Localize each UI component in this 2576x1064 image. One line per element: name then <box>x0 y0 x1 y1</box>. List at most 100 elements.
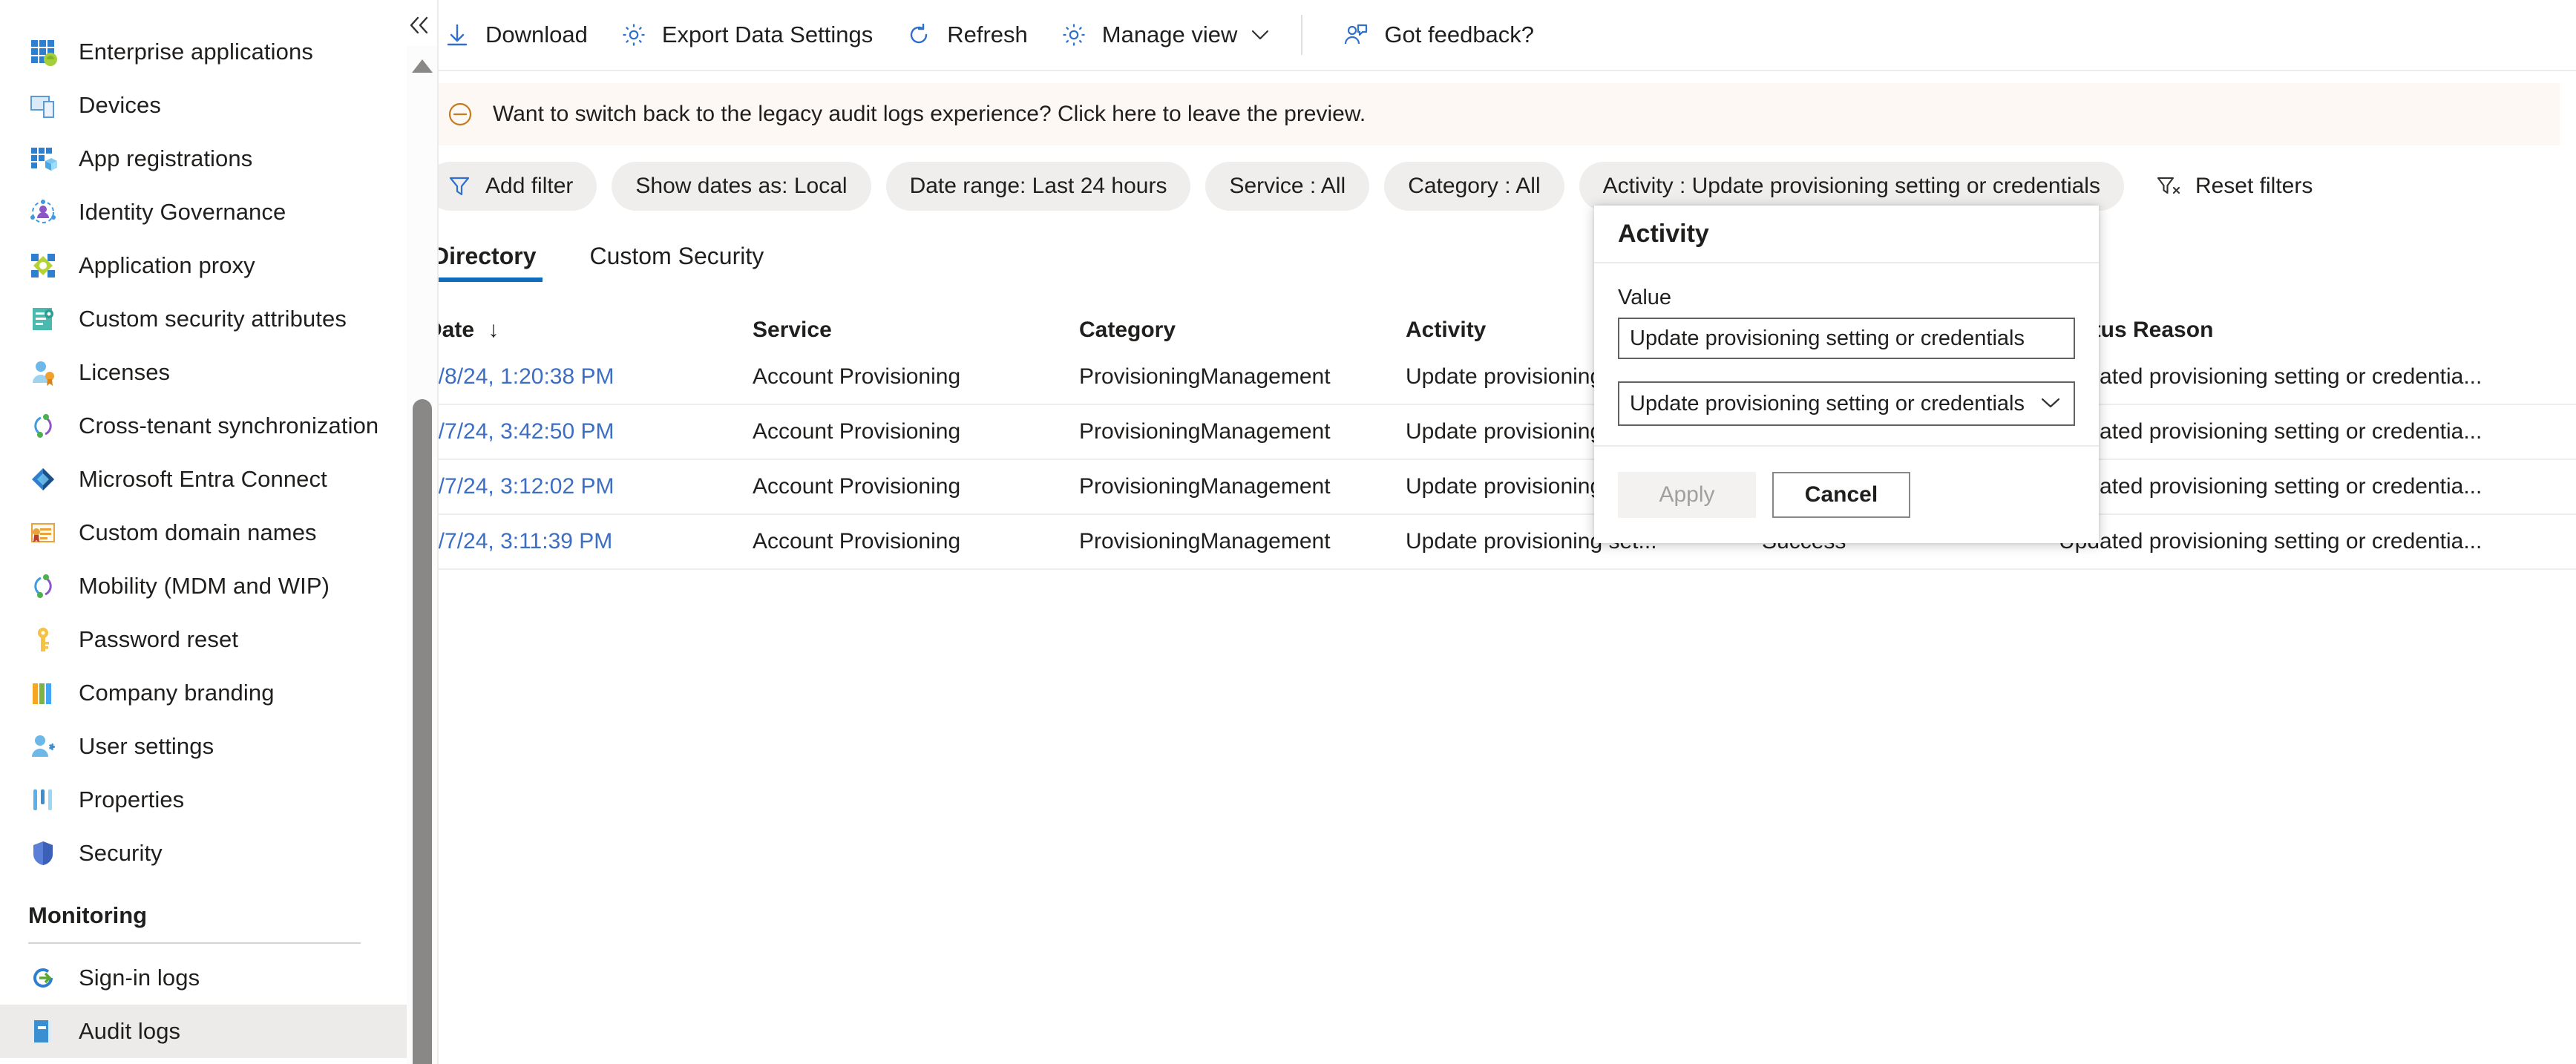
table-row[interactable]: 5/7/24, 3:12:02 PM Account Provisioning … <box>407 460 2576 515</box>
main-content: Download Export Data Settings Refresh Ma… <box>407 0 2576 1064</box>
tab-custom-security[interactable]: Custom Security <box>584 243 770 282</box>
gear-icon <box>1058 19 1090 51</box>
refresh-button[interactable]: Refresh <box>888 10 1043 59</box>
date-link[interactable]: 5/7/24, 3:12:02 PM <box>426 474 614 499</box>
download-icon <box>441 19 473 51</box>
export-data-settings-button[interactable]: Export Data Settings <box>603 10 888 59</box>
cell-category: ProvisioningManagement <box>1079 474 1331 499</box>
feedback-person-icon <box>1340 19 1372 51</box>
sidebar-item-mobility[interactable]: Mobility (MDM and WIP) <box>0 559 407 613</box>
sidebar-item-application-proxy[interactable]: Application proxy <box>0 239 407 292</box>
sidebar-item-company-branding[interactable]: Company branding <box>0 666 407 720</box>
sidebar: Enterprise applications Devices App regi… <box>0 0 407 1064</box>
column-header-category[interactable]: Category <box>1079 318 1406 346</box>
table-row[interactable]: 5/7/24, 3:11:39 PM Account Provisioning … <box>407 515 2576 570</box>
sidebar-item-label: Password reset <box>79 626 239 652</box>
sidebar-item-microsoft-entra-connect[interactable]: Microsoft Entra Connect <box>0 453 407 506</box>
security-icon <box>28 838 58 868</box>
command-bar-separator <box>1301 15 1303 55</box>
sidebar-item-label: Mobility (MDM and WIP) <box>79 573 330 599</box>
cell-category: ProvisioningManagement <box>1079 529 1331 554</box>
mobility-icon <box>28 571 58 601</box>
sidebar-item-password-reset[interactable]: Password reset <box>0 613 407 666</box>
sidebar-item-licenses[interactable]: Licenses <box>0 346 407 399</box>
sidebar-divider <box>437 0 439 1064</box>
add-filter-label: Add filter <box>485 174 574 198</box>
custom-security-attributes-icon <box>28 304 58 334</box>
filter-pill-activity[interactable]: Activity : Update provisioning setting o… <box>1579 162 2124 211</box>
date-link[interactable]: 5/7/24, 3:11:39 PM <box>426 529 612 554</box>
column-header-status-reason[interactable]: Status Reason <box>2059 318 2504 346</box>
sidebar-item-custom-security-attributes[interactable]: Custom security attributes <box>0 292 407 346</box>
table-row[interactable]: 5/7/24, 3:42:50 PM Account Provisioning … <box>407 405 2576 460</box>
reset-filters-button[interactable]: Reset filters <box>2143 162 2323 211</box>
collapse-sidebar-button[interactable] <box>397 7 442 46</box>
filter-pill-category[interactable]: Category : All <box>1384 162 1564 211</box>
add-filter-button[interactable]: Add filter <box>426 162 597 211</box>
filter-pill-show-dates-as[interactable]: Show dates as: Local <box>612 162 871 211</box>
sidebar-item-label: Audit logs <box>79 1018 181 1044</box>
sidebar-scrollbar-thumb[interactable] <box>413 399 432 1064</box>
password-reset-icon <box>28 625 58 654</box>
manage-view-button[interactable]: Manage view <box>1043 10 1285 59</box>
filter-pill-label: Activity : Update provisioning setting o… <box>1602 174 2100 198</box>
cell-date: 5/7/24, 3:11:39 PM <box>426 529 753 554</box>
got-feedback-button[interactable]: Got feedback? <box>1325 10 1549 59</box>
sidebar-item-devices[interactable]: Devices <box>0 79 407 132</box>
sidebar-item-cross-tenant-synchronization[interactable]: Cross-tenant synchronization <box>0 399 407 453</box>
filter-pill-label: Category : All <box>1408 174 1541 198</box>
table-row[interactable]: 5/8/24, 1:20:38 PM Account Provisioning … <box>407 350 2576 405</box>
column-header-date[interactable]: Date ↓ <box>426 318 753 346</box>
legacy-experience-banner[interactable]: Want to switch back to the legacy audit … <box>423 83 2560 145</box>
column-header-service[interactable]: Service <box>753 318 1079 346</box>
got-feedback-label: Got feedback? <box>1384 22 1535 47</box>
sort-arrow-icon: ↓ <box>488 318 499 342</box>
table-header: Date ↓ Service Category Activity Status <box>407 304 2576 350</box>
funnel-clear-icon <box>2154 171 2183 201</box>
tab-directory[interactable]: Directory <box>426 243 543 282</box>
sidebar-item-label: Custom security attributes <box>79 306 347 332</box>
cell-service: Account Provisioning <box>753 474 961 499</box>
sidebar-item-properties[interactable]: Properties <box>0 773 407 827</box>
sidebar-item-label: Sign-in logs <box>79 965 200 991</box>
tab-bar: Directory Custom Security <box>407 227 2576 282</box>
funnel-icon <box>445 172 473 200</box>
download-button[interactable]: Download <box>426 10 603 59</box>
cell-category: ProvisioningManagement <box>1079 364 1331 389</box>
cell-service: Account Provisioning <box>753 529 961 554</box>
date-link[interactable]: 5/7/24, 3:42:50 PM <box>426 419 614 444</box>
date-link[interactable]: 5/8/24, 1:20:38 PM <box>426 364 614 389</box>
filter-bar: Add filter Show dates as: Local Date ran… <box>407 145 2576 211</box>
cross-tenant-sync-icon <box>28 411 58 441</box>
manage-view-label: Manage view <box>1101 22 1238 47</box>
apply-button[interactable]: Apply <box>1618 472 1756 518</box>
cell-service: Account Provisioning <box>753 364 961 389</box>
identity-governance-icon <box>28 197 58 227</box>
cancel-button[interactable]: Cancel <box>1772 472 1910 518</box>
company-branding-icon <box>28 678 58 708</box>
column-header-label: Activity <box>1406 318 1487 342</box>
apply-label: Apply <box>1659 482 1715 507</box>
sidebar-item-sign-in-logs[interactable]: Sign-in logs <box>0 951 407 1005</box>
reset-filters-label: Reset filters <box>2195 174 2313 198</box>
audit-logs-page: Enterprise applications Devices App regi… <box>0 0 2576 1064</box>
sidebar-item-app-registrations[interactable]: App registrations <box>0 132 407 185</box>
audit-logs-table: Date ↓ Service Category Activity Status <box>407 304 2576 570</box>
column-header-label: Service <box>753 318 832 342</box>
sidebar-item-security[interactable]: Security <box>0 827 407 880</box>
filter-pill-service[interactable]: Service : All <box>1205 162 1370 211</box>
sidebar-item-user-settings[interactable]: User settings <box>0 720 407 773</box>
filter-pill-date-range[interactable]: Date range: Last 24 hours <box>885 162 1191 211</box>
value-input[interactable] <box>1618 318 2075 359</box>
minus-circle-icon <box>444 98 476 131</box>
sidebar-item-custom-domain-names[interactable]: Custom domain names <box>0 506 407 559</box>
cell-category: ProvisioningManagement <box>1079 419 1331 444</box>
cell-status-reason: Updated provisioning setting or credenti… <box>2059 364 2482 389</box>
filter-pill-label: Show dates as: Local <box>635 174 848 198</box>
sidebar-item-audit-logs[interactable]: Audit logs <box>0 1005 407 1058</box>
sidebar-item-identity-governance[interactable]: Identity Governance <box>0 185 407 239</box>
scroll-up-arrow-icon[interactable] <box>410 56 435 75</box>
sidebar-item-enterprise-applications[interactable]: Enterprise applications <box>0 25 407 79</box>
activity-select[interactable]: Update provisioning setting or credentia… <box>1618 381 2075 426</box>
sidebar-item-label: Licenses <box>79 359 171 385</box>
